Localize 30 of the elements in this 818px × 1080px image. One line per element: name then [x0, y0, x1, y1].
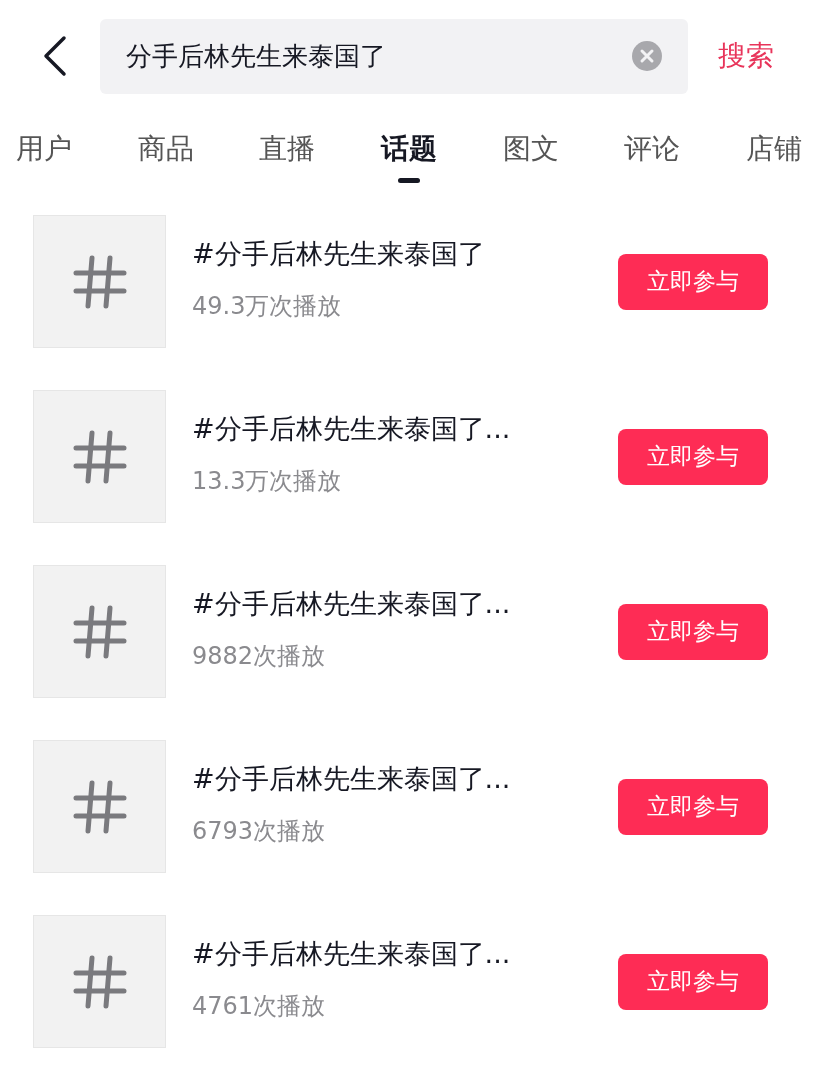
topic-title[interactable]: #分手后林先生来泰国了... — [192, 410, 602, 447]
back-icon[interactable] — [42, 35, 68, 77]
hashtag-icon — [71, 428, 128, 485]
topic-title[interactable]: #分手后林先生来泰国了... — [192, 935, 602, 972]
join-button[interactable]: 立即参与 — [618, 253, 768, 310]
hashtag-icon — [71, 778, 128, 835]
tab[interactable]: 图文 — [502, 130, 559, 190]
topic-title[interactable]: #分手后林先生来泰国了... — [192, 585, 602, 622]
join-button[interactable]: 立即参与 — [618, 428, 768, 485]
tab[interactable]: 评论 — [624, 130, 681, 190]
hashtag-icon — [71, 253, 128, 310]
tab[interactable]: 用户 — [16, 130, 72, 190]
hashtag-icon — [71, 953, 128, 1010]
play-count: 4761次播放 — [192, 990, 327, 1022]
topic-title[interactable]: #分手后林先生来泰国了... — [192, 760, 602, 797]
topic-title[interactable]: #分手后林先生来泰国了 — [192, 235, 602, 272]
hashtag-icon — [71, 603, 128, 660]
tab[interactable]: 直播 — [259, 130, 316, 190]
tab[interactable]: 店铺 — [745, 130, 802, 190]
play-count: 13.3万次播放 — [192, 465, 343, 497]
search-button[interactable]: 搜索 — [718, 37, 774, 75]
play-count: 6793次播放 — [192, 815, 327, 847]
tab[interactable]: 商品 — [137, 130, 194, 190]
join-button[interactable]: 立即参与 — [618, 603, 768, 660]
join-button[interactable]: 立即参与 — [618, 953, 768, 1010]
tab[interactable]: 话题 — [380, 130, 437, 190]
search-field[interactable]: 分手后林先生来泰国了 — [100, 18, 688, 94]
play-count: 49.3万次播放 — [192, 290, 343, 322]
play-count: 9882次播放 — [192, 640, 327, 672]
join-button[interactable]: 立即参与 — [618, 778, 768, 835]
